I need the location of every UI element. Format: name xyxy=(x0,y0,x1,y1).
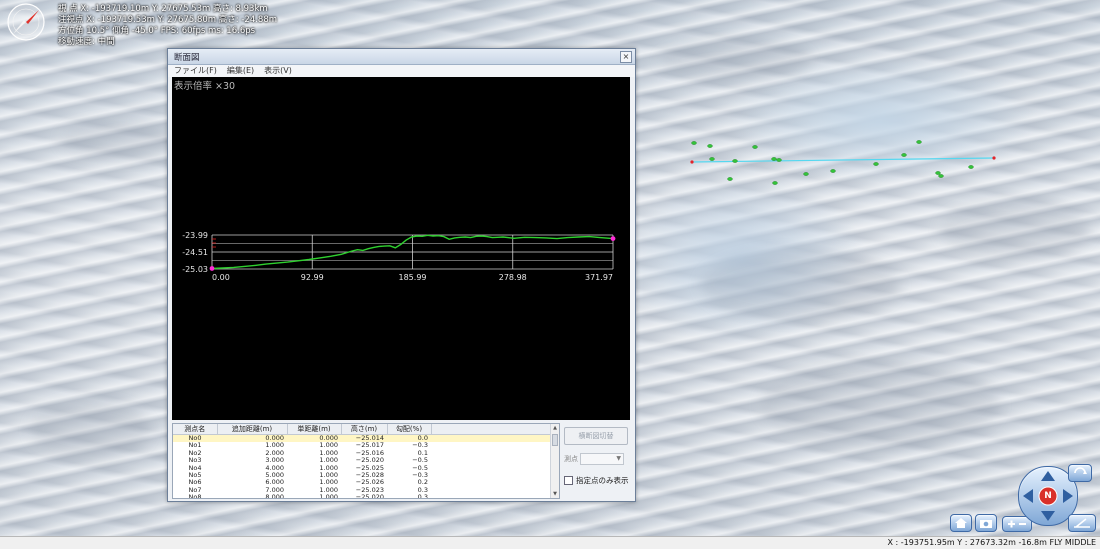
menu-file[interactable]: ファイル(F) xyxy=(174,65,217,77)
point-selector-row: 測点 ▼ xyxy=(564,453,630,465)
column-header[interactable]: 測点名 xyxy=(173,424,218,435)
only-selected-points-label: 指定点のみ表示 xyxy=(576,476,629,485)
camera-info-overlay: 視 点 X: -193719.10m Y: 27675.53m 高さ: 8.93… xyxy=(58,4,277,48)
chevron-down-icon: ▼ xyxy=(616,455,621,462)
table-cell-filler xyxy=(431,442,551,449)
x-tick-label: 0.00 xyxy=(212,273,230,282)
home-icon xyxy=(955,518,967,528)
x-tick-label: 92.99 xyxy=(301,273,324,282)
table-cell-filler xyxy=(431,457,551,464)
point-label: 測点 xyxy=(564,455,578,463)
scroll-up-icon[interactable]: ▲ xyxy=(551,424,559,432)
window-titlebar[interactable]: 断面図 × xyxy=(168,49,635,65)
profile-chart[interactable]: 表示倍率 ×30 -23.99 -24.51 -25.03 0.00 92.99 185.… xyxy=(172,77,630,420)
speed-readout: 移動速度: 中間 xyxy=(58,37,115,47)
navigation-controls: N xyxy=(944,462,1100,534)
table-cell: 1.000 xyxy=(319,493,338,499)
rotate-icon xyxy=(1074,467,1087,474)
y-tick-label: -23.99 xyxy=(182,231,208,240)
table-cell-filler xyxy=(431,450,551,457)
tilt-button[interactable] xyxy=(1068,514,1096,532)
tilt-icon xyxy=(1074,518,1090,528)
menu-edit[interactable]: 編集(E) xyxy=(227,65,254,77)
cursor-coordinate-readout: X : -193751.95m Y : 27673.32m -16.8m FLY… xyxy=(887,538,1096,547)
table-header-row: 測点名 追加距離(m) 単距離(m) 高さ(m) 勾配(%) xyxy=(173,424,551,435)
table-cell: 8.000 xyxy=(265,493,284,499)
cross-section-switch-button[interactable]: 横断図切替 xyxy=(564,427,628,445)
status-bar: X : -193751.95m Y : 27673.32m -16.8m FLY… xyxy=(0,536,1100,549)
menu-view[interactable]: 表示(V) xyxy=(264,65,292,77)
table-cell: 0.3 xyxy=(417,493,428,499)
table-cell-filler xyxy=(431,494,551,498)
x-tick-label: 278.98 xyxy=(499,273,527,282)
table-cell-filler xyxy=(431,479,551,486)
camera-icon xyxy=(980,520,992,528)
y-tick-label: -25.03 xyxy=(182,265,208,274)
x-tick-label: 371.97 xyxy=(585,273,613,282)
profile-start-point xyxy=(209,266,215,271)
scroll-down-icon[interactable]: ▼ xyxy=(551,490,559,498)
x-tick-label: 185.99 xyxy=(399,273,427,282)
compass-icon xyxy=(7,3,45,41)
scroll-thumb[interactable] xyxy=(552,434,558,446)
side-panel: 横断図切替 測点 ▼ 指定点のみ表示 xyxy=(564,427,630,486)
profile-chart-svg: -23.99 -24.51 -25.03 0.00 92.99 185.99 278.98 3… xyxy=(182,231,616,282)
column-header[interactable]: 単距離(m) xyxy=(287,424,342,435)
y-tick-label: -24.51 xyxy=(182,248,208,257)
north-label: N xyxy=(1044,491,1052,501)
profile-window: 断面図 × ファイル(F) 編集(E) 表示(V) 表示倍率 ×30 -23.9… xyxy=(167,48,636,502)
target-readout: 注視点 X: -193719.53m Y: 27675.80m 高さ: -24.… xyxy=(58,15,278,25)
rotate-button[interactable] xyxy=(1068,464,1092,482)
table-scrollbar[interactable]: ▲ ▼ xyxy=(550,424,559,498)
table-cell: No8 xyxy=(188,493,202,499)
survey-table[interactable]: 測点名 追加距離(m) 単距離(m) 高さ(m) 勾配(%) No0 0.000 0.000… xyxy=(172,423,560,499)
only-selected-points-option[interactable]: 指定点のみ表示 xyxy=(564,475,630,486)
column-header[interactable]: 勾配(%) xyxy=(387,424,432,435)
profile-end-point xyxy=(610,236,616,241)
column-header[interactable]: 高さ(m) xyxy=(341,424,388,435)
viewpoint-readout: 視 点 X: -193719.10m Y: 27675.53m 高さ: 8.93… xyxy=(58,4,268,14)
point-select[interactable]: ▼ xyxy=(580,453,624,465)
column-header[interactable]: 追加距離(m) xyxy=(217,424,288,435)
close-button[interactable]: × xyxy=(620,51,632,63)
angle-readout: 方位角 10.5° 仰角 -45.0° FPS: 60fps ms: 16.6p… xyxy=(58,26,256,36)
column-header-filler xyxy=(431,424,551,435)
table-cell: −25.020 xyxy=(355,493,384,499)
home-button[interactable] xyxy=(950,514,972,532)
menu-bar: ファイル(F) 編集(E) 表示(V) xyxy=(168,65,635,77)
table-cell-filler xyxy=(431,472,551,479)
window-title: 断面図 xyxy=(174,53,200,63)
table-cell-filler xyxy=(431,465,551,472)
table-cell-filler xyxy=(431,487,551,494)
only-selected-points-checkbox[interactable] xyxy=(564,476,573,485)
screenshot-button[interactable] xyxy=(975,514,997,532)
table-row[interactable]: No8 8.000 1.000 −25.020 0.3 xyxy=(173,493,551,499)
table-cell-filler xyxy=(431,434,551,443)
